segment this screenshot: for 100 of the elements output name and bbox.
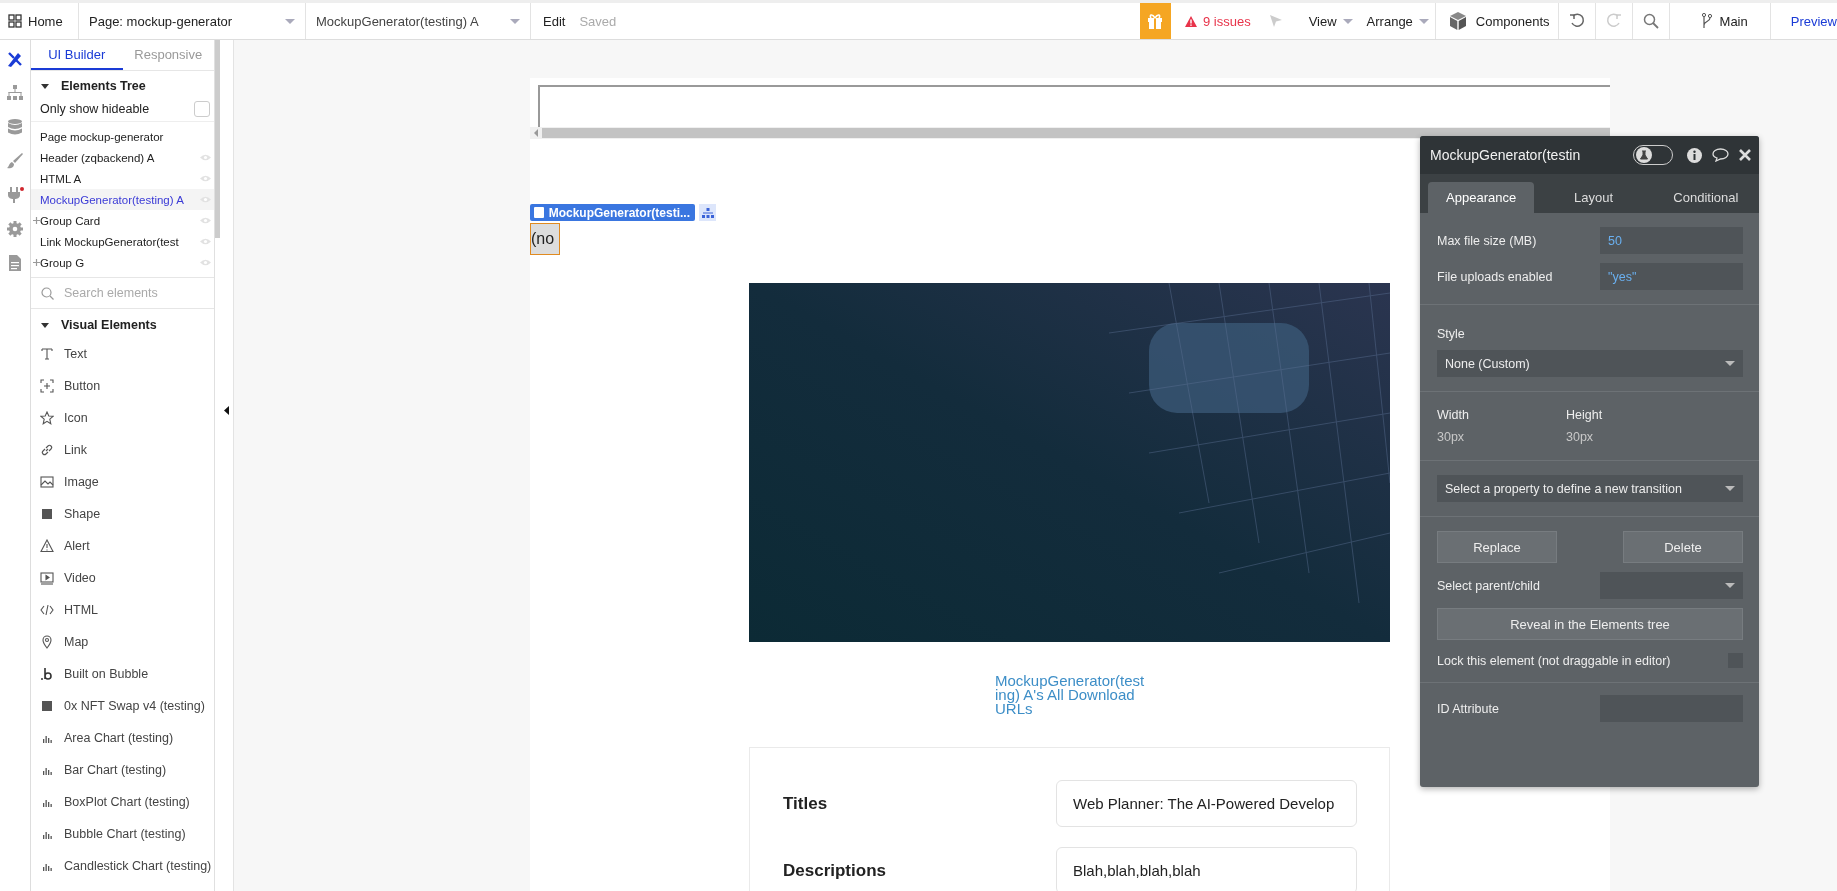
warning-icon <box>1184 15 1197 27</box>
info-icon[interactable] <box>1687 147 1702 163</box>
close-icon[interactable] <box>1739 149 1751 161</box>
collapse-caret-icon[interactable] <box>41 322 49 328</box>
horizontal-scrollbar[interactable] <box>530 127 1610 139</box>
panel-tab[interactable]: UI Builder <box>31 40 123 70</box>
tree-item[interactable]: HTML A <box>31 168 214 189</box>
element-palette-item[interactable]: Text <box>31 338 214 370</box>
comment-icon[interactable] <box>1712 148 1729 162</box>
preview-link[interactable]: Preview <box>1770 13 1837 29</box>
element-palette-item[interactable]: Map <box>31 626 214 658</box>
element-label: Alert <box>64 539 90 553</box>
menu-dropdown[interactable]: Arrange <box>1358 13 1435 29</box>
element-label: Video <box>64 571 96 585</box>
selected-element-tag[interactable]: MockupGenerator(testi... <box>530 204 695 221</box>
element-palette-item[interactable]: Built on Bubble <box>31 658 214 690</box>
property-label: Width <box>1437 408 1470 422</box>
hierarchy-button[interactable] <box>699 204 716 221</box>
logs-tool-icon[interactable] <box>6 254 24 272</box>
element-palette-item[interactable]: Area Chart (testing) <box>31 722 214 754</box>
element-palette-item[interactable]: Bubble Chart (testing) <box>31 818 214 850</box>
gift-button[interactable] <box>1139 3 1171 39</box>
element-palette-item[interactable]: HTML <box>31 594 214 626</box>
text-icon <box>40 347 54 361</box>
warning-icon <box>40 539 54 553</box>
collapse-arrow-icon[interactable] <box>224 406 229 415</box>
panel-button[interactable]: Replace <box>1437 531 1557 563</box>
undo-icon <box>1568 13 1585 29</box>
element-palette-item[interactable]: Link <box>31 434 214 466</box>
element-palette-item[interactable]: Video <box>31 562 214 594</box>
style-dropdown[interactable]: None (Custom) <box>1437 350 1743 377</box>
element-label: BoxPlot Chart (testing) <box>64 795 190 809</box>
square-icon <box>40 699 54 713</box>
plugin-tool-icon[interactable] <box>6 186 24 204</box>
design-tool-icon[interactable] <box>6 50 24 68</box>
element-label: Bubble Chart (testing) <box>64 827 186 841</box>
element-palette-item[interactable]: Alert <box>31 530 214 562</box>
element-label: Icon <box>64 411 88 425</box>
element-palette-item[interactable]: Icon <box>31 402 214 434</box>
download-urls-link[interactable]: MockupGenerator(testing) A's All Download URLs <box>995 674 1145 716</box>
data-tool-icon[interactable] <box>6 118 24 136</box>
issues-button[interactable]: 9 issues <box>1170 13 1265 29</box>
video-icon <box>40 571 54 585</box>
panel-button[interactable]: Delete <box>1623 531 1743 563</box>
page-dropdown[interactable]: Page: mockup-generator <box>79 3 306 39</box>
tree-tool-icon[interactable] <box>6 84 24 102</box>
menu-dropdown[interactable]: View <box>1300 13 1359 29</box>
element-label: Built on Bubble <box>64 667 149 681</box>
settings-tool-icon[interactable] <box>6 220 24 238</box>
search-field[interactable]: Search elements <box>64 286 204 300</box>
edit-menu[interactable]: Edit <box>543 13 566 29</box>
image-icon <box>40 475 54 489</box>
cursor-icon[interactable] <box>1268 14 1283 28</box>
redo-icon <box>1605 13 1622 29</box>
scrollbar-thumb[interactable] <box>542 128 1610 138</box>
element-palette-item[interactable]: Shape <box>31 498 214 530</box>
element-palette-item[interactable]: Candlestick Chart (testing) <box>31 850 214 882</box>
button-icon <box>40 379 54 393</box>
selected-element[interactable]: (no <box>530 223 560 255</box>
star-icon <box>40 411 54 425</box>
element-palette-item[interactable]: Bar Chart (testing) <box>31 754 214 786</box>
property-label: Height <box>1566 408 1604 422</box>
input-field[interactable]: Web Planner: The AI-Powered Develop <box>1056 780 1357 827</box>
save-status: Saved <box>579 13 617 29</box>
tree-item[interactable]: Header (zqbackend) A <box>31 147 214 168</box>
tree-item[interactable]: Group G <box>31 252 214 273</box>
transition-dropdown[interactable]: Select a property to define a new transition <box>1437 475 1743 502</box>
plus-icon[interactable] <box>33 259 40 266</box>
element-label: Area Chart (testing) <box>64 731 174 745</box>
tree-item[interactable]: Page mockup-generator <box>31 126 214 147</box>
map-pin-icon <box>40 635 54 649</box>
element-palette-item[interactable]: Button <box>31 370 214 402</box>
scroll-left-icon[interactable] <box>533 129 539 137</box>
property-tab[interactable]: Layout <box>1540 182 1647 213</box>
checkbox[interactable] <box>194 101 210 117</box>
property-label: Style <box>1437 326 1466 341</box>
style-tool-icon[interactable] <box>6 152 24 170</box>
height-value[interactable]: 30px <box>1566 430 1695 444</box>
checkbox-label: Only show hideable <box>40 102 150 116</box>
element-dropdown[interactable]: MockupGenerator(testing) A <box>306 3 531 39</box>
square-icon <box>40 507 54 521</box>
reveal-button[interactable]: Reveal in the Elements tree <box>1437 608 1743 640</box>
tree-item[interactable]: Group Card <box>31 210 214 231</box>
search-icon <box>1642 13 1659 29</box>
tree-item[interactable]: MockupGenerator(testing) A <box>31 189 214 210</box>
element-label: Map <box>64 635 89 649</box>
property-tab[interactable]: Conditional <box>1652 182 1759 213</box>
input-field[interactable]: Blah,blah,blah,blah <box>1056 847 1357 891</box>
home-button[interactable]: Home <box>0 3 79 39</box>
element-palette-item[interactable]: BoxPlot Chart (testing) <box>31 786 214 818</box>
collapse-caret-icon[interactable] <box>41 83 49 89</box>
element-palette-item[interactable]: 0x NFT Swap v4 (testing) <box>31 690 214 722</box>
branch-button[interactable]: Main <box>1669 3 1771 39</box>
property-label: Lock this element (not draggable in editor) <box>1437 653 1671 668</box>
plus-icon[interactable] <box>33 217 40 224</box>
components-button[interactable]: Components <box>1434 3 1559 39</box>
tree-item[interactable]: Link MockupGenerator(test <box>31 231 214 252</box>
width-value[interactable]: 30px <box>1437 430 1566 444</box>
element-palette-item[interactable]: Image <box>31 466 214 498</box>
property-tab[interactable]: Appearance <box>1428 182 1535 213</box>
